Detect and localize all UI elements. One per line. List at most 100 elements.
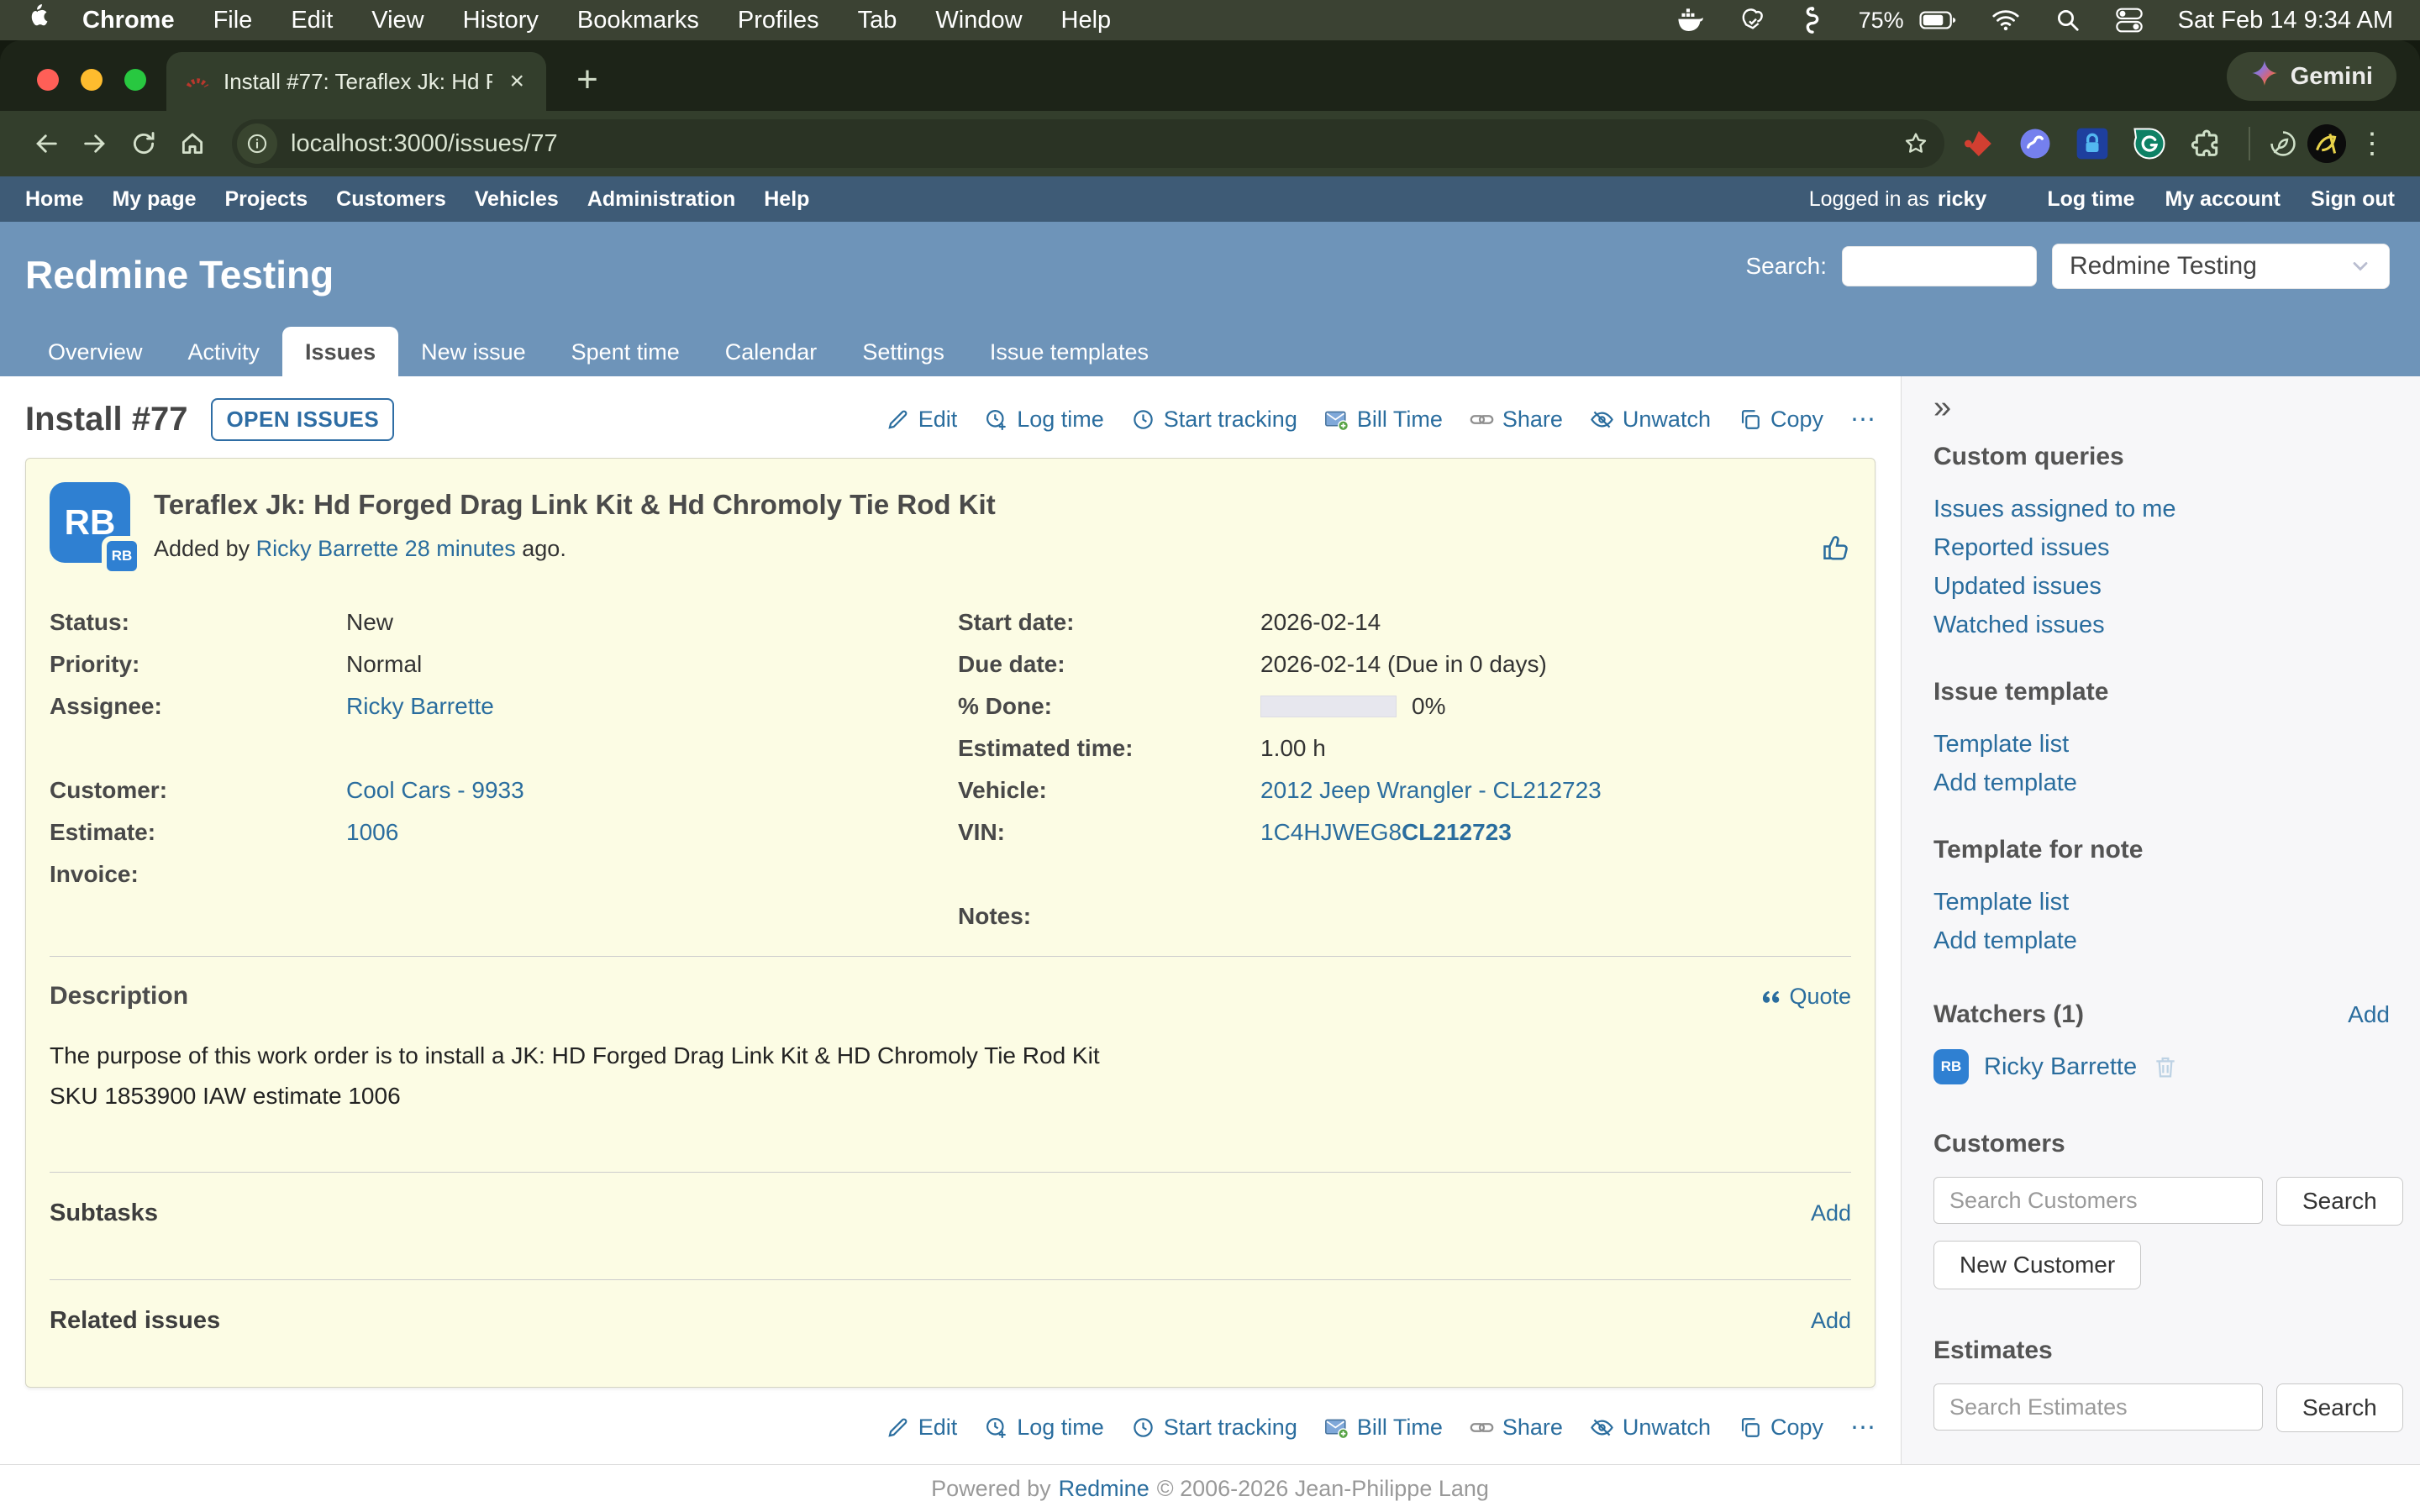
start-tracking-link[interactable]: Start tracking: [1131, 407, 1297, 433]
tab-spent-time[interactable]: Spent time: [549, 327, 702, 376]
sidebar-link-note-add-template[interactable]: Add template: [1933, 921, 2390, 960]
topmenu-vehicles[interactable]: Vehicles: [475, 187, 559, 212]
copy-link[interactable]: Copy: [1738, 407, 1823, 433]
topmenu-my-page[interactable]: My page: [112, 187, 196, 212]
apple-logo-icon[interactable]: [27, 4, 49, 36]
log-time-link[interactable]: Log time: [984, 1415, 1104, 1441]
minimize-window-button[interactable]: [81, 69, 103, 91]
menubar-item-tab[interactable]: Tab: [858, 7, 897, 34]
battery-saver-icon[interactable]: [2259, 119, 2307, 168]
sidebar-link-template-list[interactable]: Template list: [1933, 725, 2390, 764]
redmine-link[interactable]: Redmine: [1059, 1476, 1150, 1502]
thumbs-up-icon[interactable]: [1821, 533, 1851, 563]
add-watcher-link[interactable]: Add: [2348, 1001, 2390, 1028]
wifi-icon[interactable]: [1991, 9, 2020, 31]
extension-purple-circle-icon[interactable]: [2017, 125, 2054, 162]
bill-time-link[interactable]: Bill Time: [1324, 407, 1443, 433]
unwatch-link[interactable]: Unwatch: [1590, 407, 1711, 433]
watcher-name-link[interactable]: Ricky Barrette: [1984, 1053, 2137, 1081]
sidebar-link-note-template-list[interactable]: Template list: [1933, 883, 2390, 921]
topmenu-my-account[interactable]: My account: [2165, 187, 2281, 212]
tab-activity[interactable]: Activity: [166, 327, 283, 376]
new-customer-button[interactable]: New Customer: [1933, 1241, 2141, 1289]
sidebar-link-add-template[interactable]: Add template: [1933, 764, 2390, 802]
search-customers-button[interactable]: Search: [2276, 1177, 2403, 1226]
menubar-item-bookmarks[interactable]: Bookmarks: [577, 7, 699, 34]
extensions-puzzle-icon[interactable]: [2188, 125, 2225, 162]
menubar-item-window[interactable]: Window: [935, 7, 1022, 34]
more-actions-link[interactable]: ⋯: [1850, 1413, 1876, 1442]
close-window-button[interactable]: [37, 69, 59, 91]
snake-icon[interactable]: [1802, 6, 1823, 34]
open-issues-badge[interactable]: OPEN ISSUES: [211, 398, 394, 441]
extension-lock-icon[interactable]: [2074, 125, 2111, 162]
reload-icon[interactable]: [119, 119, 168, 168]
attr-vin-link[interactable]: 1C4HJWEG8CL212723: [1260, 819, 1512, 846]
docker-whale-icon[interactable]: [1676, 8, 1704, 33]
more-actions-link[interactable]: ⋯: [1850, 405, 1876, 434]
profile-avatar[interactable]: [2307, 124, 2346, 163]
back-icon[interactable]: [22, 119, 71, 168]
project-jump-select[interactable]: Redmine Testing: [2052, 244, 2390, 289]
menubar-item-chrome[interactable]: Chrome: [82, 7, 175, 34]
logged-in-user[interactable]: ricky: [1938, 187, 1986, 212]
bill-time-link[interactable]: Bill Time: [1324, 1415, 1443, 1441]
sidebar-link-issues-assigned[interactable]: Issues assigned to me: [1933, 490, 2390, 528]
attr-estimate-link[interactable]: 1006: [346, 819, 398, 846]
control-center-icon[interactable]: [2116, 8, 2143, 33]
share-link[interactable]: Share: [1470, 407, 1563, 433]
attr-assignee-link[interactable]: Ricky Barrette: [346, 693, 494, 720]
add-subtask-link[interactable]: Add: [1811, 1200, 1851, 1226]
battery-icon[interactable]: [1919, 10, 1956, 30]
tab-new-issue[interactable]: New issue: [398, 327, 549, 376]
menubar-item-view[interactable]: View: [371, 7, 424, 34]
quote-link[interactable]: Quote: [1758, 984, 1851, 1010]
home-icon[interactable]: [168, 119, 217, 168]
start-tracking-link[interactable]: Start tracking: [1131, 1415, 1297, 1441]
tab-issue-templates[interactable]: Issue templates: [967, 327, 1171, 376]
edit-link[interactable]: Edit: [886, 407, 958, 433]
topmenu-log-time[interactable]: Log time: [2047, 187, 2134, 212]
search-input[interactable]: [1842, 246, 2037, 286]
attr-customer-link[interactable]: Cool Cars - 9933: [346, 777, 524, 804]
tab-overview[interactable]: Overview: [25, 327, 166, 376]
log-time-link[interactable]: Log time: [984, 407, 1104, 433]
tab-issues[interactable]: Issues: [282, 327, 398, 376]
sidebar-collapse-icon[interactable]: »: [1933, 391, 1951, 423]
topmenu-home[interactable]: Home: [25, 187, 83, 212]
sidebar-link-updated-issues[interactable]: Updated issues: [1933, 567, 2390, 606]
site-info-icon[interactable]: [237, 123, 277, 164]
menubar-item-help[interactable]: Help: [1061, 7, 1112, 34]
search-customers-input[interactable]: [1933, 1177, 2263, 1224]
maximize-window-button[interactable]: [124, 69, 146, 91]
topmenu-projects[interactable]: Projects: [225, 187, 308, 212]
tab-calendar[interactable]: Calendar: [702, 327, 840, 376]
added-time-link[interactable]: 28 minutes: [405, 536, 516, 561]
browser-tab[interactable]: Install #77: Teraflex Jk: Hd Fo ×: [166, 52, 546, 111]
badge-status-icon[interactable]: [1739, 7, 1766, 34]
forward-icon[interactable]: [71, 119, 119, 168]
tab-settings[interactable]: Settings: [839, 327, 967, 376]
search-estimates-button[interactable]: Search: [2276, 1383, 2403, 1432]
menubar-item-profiles[interactable]: Profiles: [738, 7, 819, 34]
share-link[interactable]: Share: [1470, 1415, 1563, 1441]
grammarly-icon[interactable]: [2131, 125, 2168, 162]
menubar-item-file[interactable]: File: [213, 7, 253, 34]
unwatch-link[interactable]: Unwatch: [1590, 1415, 1711, 1441]
topmenu-customers[interactable]: Customers: [336, 187, 446, 212]
spotlight-search-icon[interactable]: [2055, 8, 2081, 33]
new-tab-button[interactable]: +: [565, 59, 610, 104]
author-link[interactable]: Ricky Barrette: [256, 536, 399, 561]
topmenu-administration[interactable]: Administration: [587, 187, 735, 212]
copy-link[interactable]: Copy: [1738, 1415, 1823, 1441]
delete-watcher-icon[interactable]: [2152, 1053, 2179, 1080]
browser-menu-kebab-icon[interactable]: ⋮: [2346, 127, 2398, 160]
sidebar-link-watched-issues[interactable]: Watched issues: [1933, 606, 2390, 644]
url-text[interactable]: localhost:3000/issues/77: [291, 130, 1902, 158]
tab-close-icon[interactable]: ×: [506, 67, 528, 96]
topmenu-help[interactable]: Help: [764, 187, 809, 212]
sidebar-link-reported-issues[interactable]: Reported issues: [1933, 528, 2390, 567]
bookmark-star-icon[interactable]: [1902, 130, 1929, 157]
attr-vehicle-link[interactable]: 2012 Jeep Wrangler - CL212723: [1260, 777, 1602, 804]
menubar-item-history[interactable]: History: [463, 7, 539, 34]
